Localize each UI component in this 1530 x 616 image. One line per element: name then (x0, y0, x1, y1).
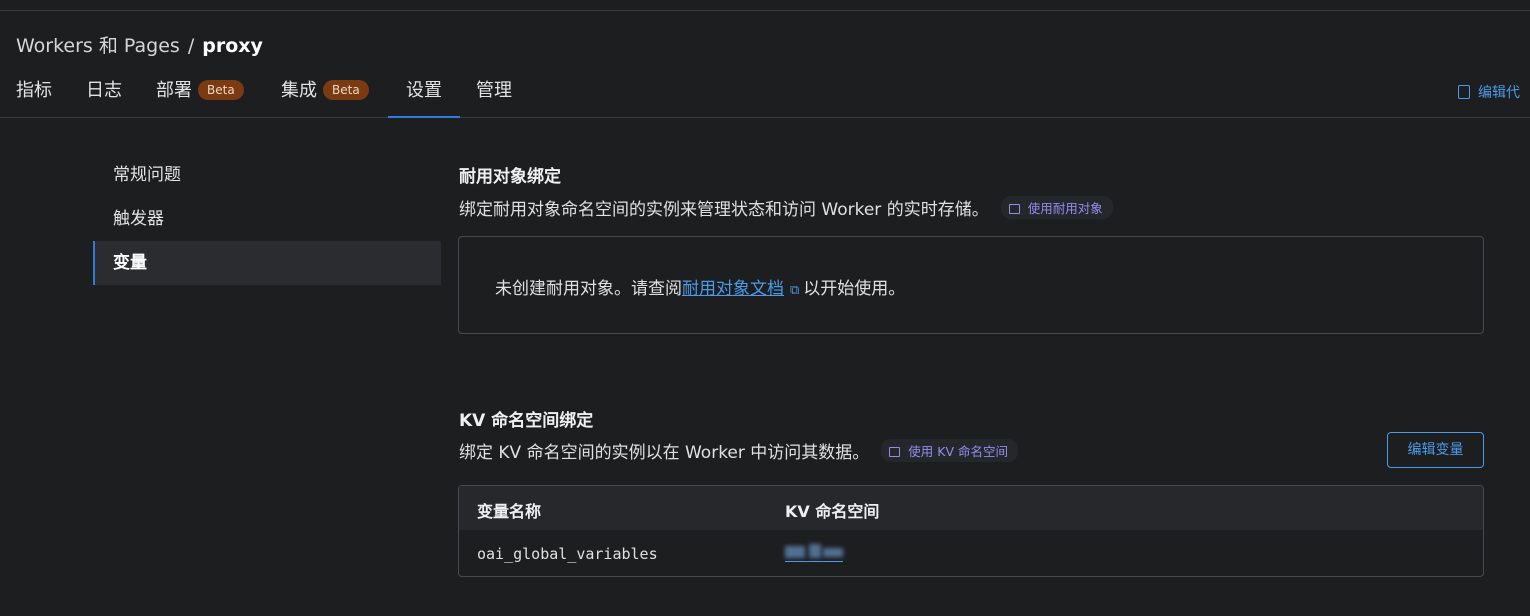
tab-settings[interactable]: 设置 (388, 66, 460, 118)
edit-code-label: 编辑代 (1478, 85, 1520, 101)
kv-namespace-link-redacted[interactable] (785, 544, 843, 562)
tab-label: 设置 (406, 80, 442, 101)
book-icon (1008, 204, 1020, 214)
use-kv-namespace-link[interactable]: 使用 KV 命名空间 (881, 439, 1018, 462)
column-header-variable-name: 变量名称 (477, 502, 542, 521)
redacted-blur (809, 544, 821, 558)
tab-integrations[interactable]: 集成 Beta (281, 66, 369, 118)
empty-prefix: 未创建耐用对象。请查阅 (495, 279, 682, 299)
sidenav-label: 触发器 (113, 209, 164, 229)
redacted-blur (823, 548, 843, 557)
edit-code-link[interactable]: 编辑代 (1458, 82, 1520, 102)
durable-objects-empty-state: 未创建耐用对象。请查阅耐用对象文档 ⧉ 以开始使用。 (458, 236, 1484, 334)
beta-badge: Beta (323, 80, 369, 100)
beta-badge: Beta (198, 80, 244, 100)
tab-deployments[interactable]: 部署 Beta (156, 66, 244, 118)
edit-variables-button[interactable]: 编辑变量 (1387, 432, 1484, 468)
empty-state-message: 未创建耐用对象。请查阅耐用对象文档 ⧉ 以开始使用。 (495, 274, 905, 299)
breadcrumb-current: proxy (202, 35, 263, 57)
kv-description: 绑定 KV 命名空间的实例以在 Worker 中访问其数据。 使用 KV 命名空间 (459, 438, 1018, 463)
redacted-blur (785, 546, 805, 558)
sidenav-item-triggers[interactable]: 触发器 (93, 197, 441, 241)
use-durable-objects-link[interactable]: 使用耐用对象 (1000, 196, 1113, 219)
tab-label: 管理 (476, 80, 512, 101)
column-header-kv-namespace: KV 命名空间 (785, 502, 880, 521)
variable-name-cell: oai_global_variables (477, 545, 658, 563)
tab-metrics[interactable]: 指标 (16, 66, 52, 118)
sidenav-item-variables[interactable]: 变量 (93, 241, 441, 285)
tab-bar: 指标 日志 部署 Beta 集成 Beta 设置 管理 (0, 66, 1530, 118)
tab-manage[interactable]: 管理 (476, 66, 512, 118)
external-link-icon: ⧉ (790, 283, 800, 298)
tab-label: 部署 (156, 80, 192, 101)
settings-sidenav: 常规问题 触发器 变量 (93, 153, 441, 285)
kv-bindings-table: 变量名称 KV 命名空间 oai_global_variables (458, 485, 1484, 577)
durable-objects-description-text: 绑定耐用对象命名空间的实例来管理状态和访问 Worker 的实时存储。 (459, 200, 989, 220)
kv-description-text: 绑定 KV 命名空间的实例以在 Worker 中访问其数据。 (459, 443, 870, 463)
kv-title: KV 命名空间绑定 (459, 411, 594, 431)
tab-logs[interactable]: 日志 (86, 66, 122, 118)
pill-label: 使用耐用对象 (1027, 201, 1103, 216)
tab-label: 指标 (16, 80, 52, 101)
code-file-icon (1458, 85, 1470, 99)
table-header: 变量名称 KV 命名空间 (459, 486, 1483, 530)
sidenav-label: 常规问题 (113, 165, 181, 185)
breadcrumb-separator: / (187, 35, 195, 57)
breadcrumb-parent[interactable]: Workers 和 Pages (16, 35, 180, 57)
tab-label: 日志 (86, 80, 122, 101)
durable-objects-docs-link[interactable]: 耐用对象文档 (682, 279, 784, 299)
table-row: oai_global_variables (459, 530, 1483, 576)
sidenav-label: 变量 (113, 253, 147, 273)
durable-objects-title: 耐用对象绑定 (459, 167, 561, 187)
top-border (0, 0, 1530, 11)
book-icon (889, 447, 901, 457)
tab-label: 集成 (281, 80, 317, 101)
pill-label: 使用 KV 命名空间 (908, 444, 1008, 459)
empty-suffix: 以开始使用。 (803, 279, 906, 299)
sidenav-item-general[interactable]: 常规问题 (93, 153, 441, 197)
durable-objects-description: 绑定耐用对象命名空间的实例来管理状态和访问 Worker 的实时存储。 使用耐用对… (459, 195, 1113, 220)
breadcrumb: Workers 和 Pages / proxy (16, 31, 263, 58)
